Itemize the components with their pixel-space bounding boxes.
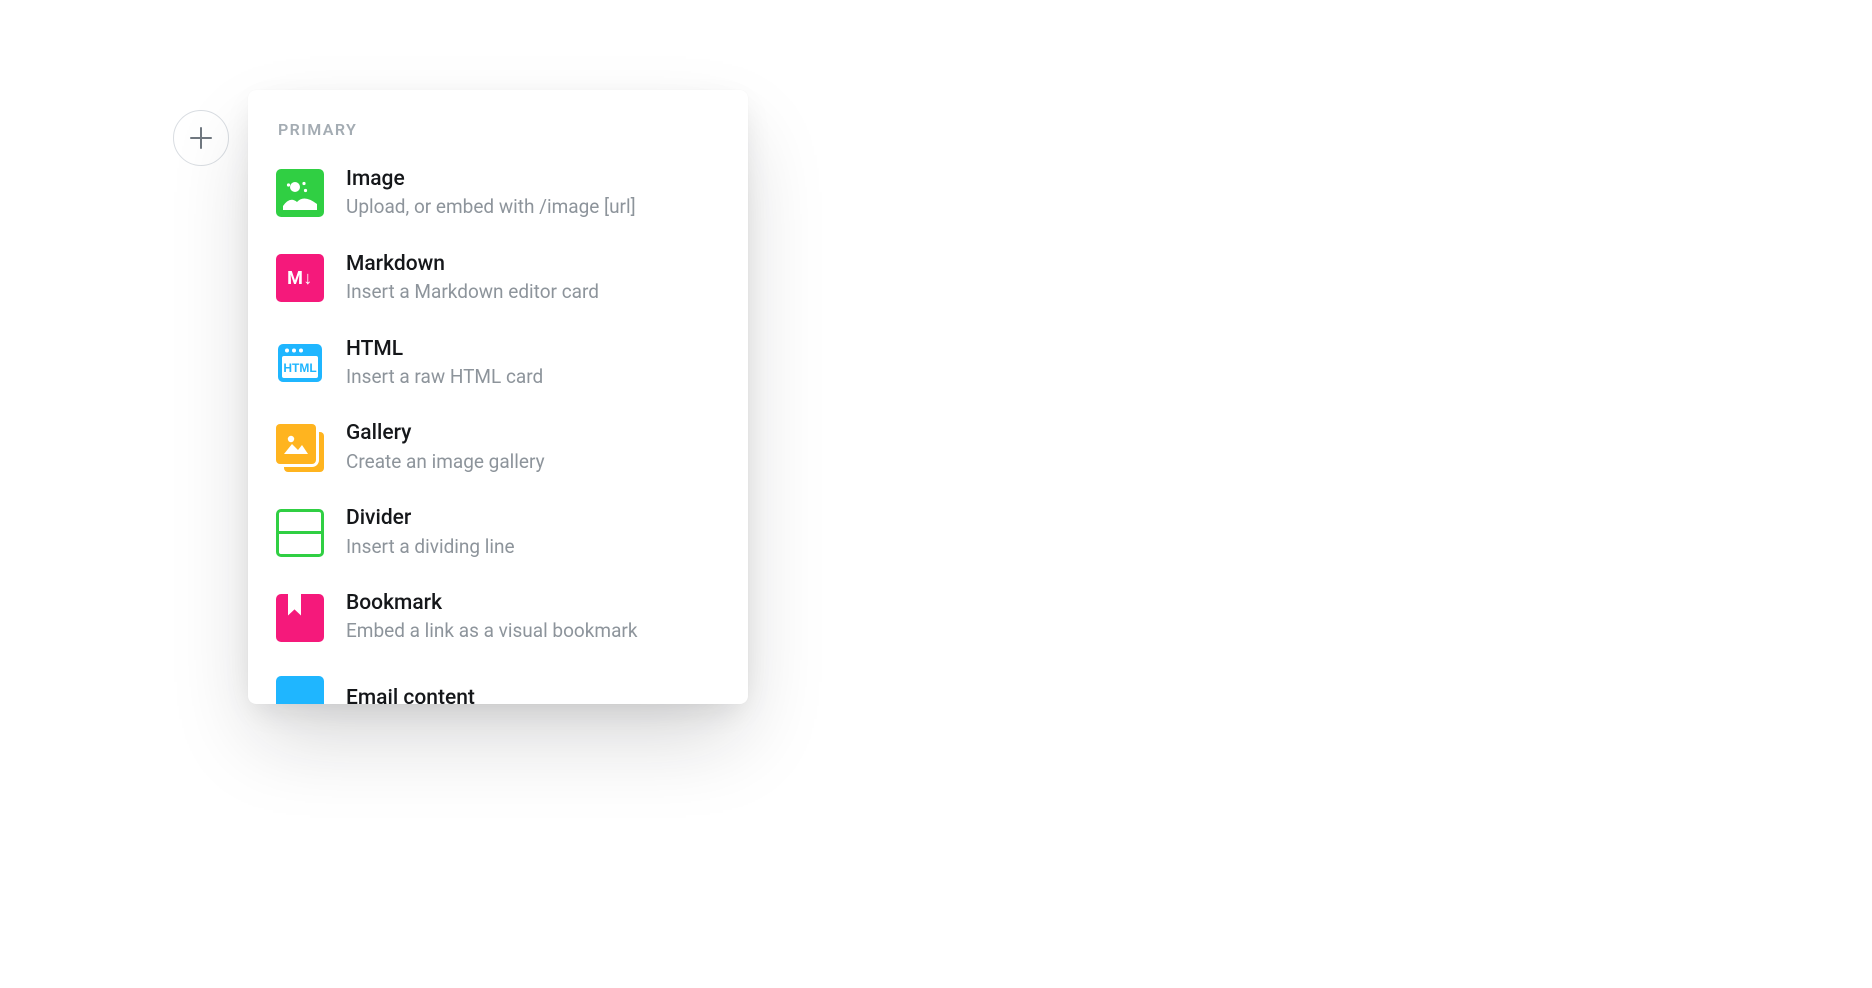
menu-item-divider[interactable]: Divider Insert a dividing line	[276, 506, 720, 559]
menu-item-desc: Insert a dividing line	[346, 534, 515, 560]
markdown-icon: M↓	[276, 254, 324, 302]
menu-item-desc: Upload, or embed with /image [url]	[346, 194, 636, 220]
menu-item-text: Bookmark Embed a link as a visual bookma…	[346, 591, 637, 644]
menu-item-title: HTML	[346, 337, 543, 362]
menu-item-text: Markdown Insert a Markdown editor card	[346, 252, 599, 305]
menu-item-markdown[interactable]: M↓ Markdown Insert a Markdown editor car…	[276, 252, 720, 305]
menu-item-text: Email content	[346, 686, 475, 704]
menu-item-bookmark[interactable]: Bookmark Embed a link as a visual bookma…	[276, 591, 720, 644]
card-menu-panel: PRIMARY Image Upload, or embed with /ima…	[248, 90, 748, 704]
menu-item-title: Email content	[346, 686, 475, 704]
menu-item-desc: Insert a Markdown editor card	[346, 279, 599, 305]
section-label-primary: PRIMARY	[278, 120, 720, 139]
menu-item-title: Bookmark	[346, 591, 637, 616]
plus-icon	[188, 125, 214, 151]
menu-item-title: Divider	[346, 506, 515, 531]
bookmark-icon	[276, 594, 324, 642]
menu-item-desc: Create an image gallery	[346, 449, 545, 475]
menu-item-text: Divider Insert a dividing line	[346, 506, 515, 559]
html-icon: HTML	[276, 339, 324, 387]
menu-item-title: Image	[346, 167, 636, 192]
image-icon	[276, 169, 324, 217]
menu-item-gallery[interactable]: Gallery Create an image gallery	[276, 421, 720, 474]
menu-item-email-content[interactable]: Email content	[276, 676, 720, 704]
menu-item-text: Gallery Create an image gallery	[346, 421, 545, 474]
menu-item-title: Gallery	[346, 421, 545, 446]
gallery-icon	[276, 424, 324, 472]
menu-item-text: HTML Insert a raw HTML card	[346, 337, 543, 390]
menu-item-desc: Insert a raw HTML card	[346, 364, 543, 390]
menu-item-html[interactable]: HTML HTML Insert a raw HTML card	[276, 337, 720, 390]
divider-icon	[276, 509, 324, 557]
menu-item-desc: Embed a link as a visual bookmark	[346, 618, 637, 644]
menu-item-image[interactable]: Image Upload, or embed with /image [url]	[276, 167, 720, 220]
menu-item-text: Image Upload, or embed with /image [url]	[346, 167, 636, 220]
svg-text:HTML: HTML	[283, 361, 316, 375]
email-icon	[276, 676, 324, 704]
add-block-button[interactable]	[173, 110, 229, 166]
menu-item-title: Markdown	[346, 252, 599, 277]
markdown-icon-label: M↓	[287, 268, 313, 289]
